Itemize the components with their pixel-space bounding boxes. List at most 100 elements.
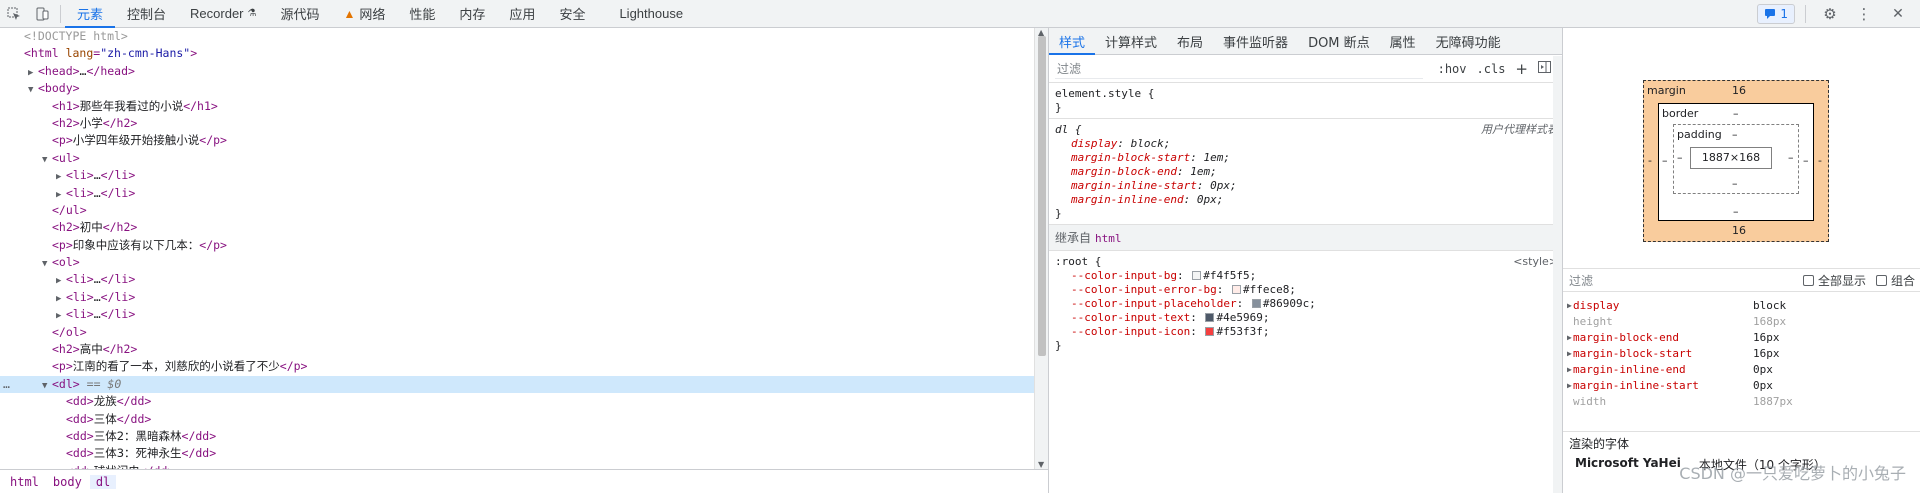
css-declaration[interactable]: margin-inline-end: 0px; [1055, 193, 1556, 207]
dom-node-line[interactable]: <p>江南的看了一本，刘慈欣的小说看了不少</p> [0, 358, 1034, 375]
dom-node-line[interactable]: <dd>三体3：死神永生</dd> [0, 445, 1034, 462]
dom-node-line[interactable]: <h2>高中</h2> [0, 341, 1034, 358]
color-swatch-icon[interactable] [1251, 299, 1261, 308]
expand-triangle-icon[interactable]: ▶ [1563, 298, 1573, 314]
box-model-content[interactable]: 1887×168 [1690, 147, 1772, 169]
new-rule-button[interactable]: + [1510, 60, 1533, 78]
dom-node-line[interactable]: ▼ <body> [0, 80, 1034, 97]
tab-network[interactable]: ▲ 网络 [331, 0, 397, 28]
padding-left-value[interactable]: – [1677, 151, 1683, 164]
padding-bottom-value[interactable]: – [1732, 177, 1738, 190]
device-toolbar-icon[interactable] [28, 0, 56, 28]
dom-node-line[interactable]: <dd>三体</dd> [0, 411, 1034, 428]
expand-triangle-icon[interactable]: ▶ [1563, 346, 1573, 362]
element-style-rule[interactable]: element.style { } [1049, 83, 1562, 119]
more-options-icon[interactable]: ⋮ [1850, 0, 1878, 28]
computed-property-row[interactable]: width 1887px [1563, 394, 1920, 410]
tab-event-listeners[interactable]: 事件监听器 [1213, 28, 1298, 55]
margin-left-value[interactable]: - [1648, 154, 1652, 167]
expand-triangle-icon[interactable]: ▶ [1563, 330, 1573, 346]
tab-security[interactable]: 安全 [547, 0, 597, 28]
dom-node-line[interactable]: </ul> [0, 202, 1034, 219]
styles-scrollbar[interactable] [1553, 56, 1562, 493]
computed-property-row[interactable]: ▶ margin-inline-start 0px [1563, 378, 1920, 394]
padding-right-value[interactable]: – [1788, 151, 1794, 164]
tab-accessibility[interactable]: 无障碍功能 [1426, 28, 1511, 55]
dom-node-line[interactable]: ▶ <li>…</li> [0, 306, 1034, 323]
cls-button[interactable]: .cls [1472, 62, 1511, 76]
scroll-down-icon[interactable]: ▼ [1038, 460, 1044, 469]
css-variable-declaration[interactable]: --color-input-icon: #f53f3f; [1055, 325, 1556, 339]
dom-node-line[interactable]: <h2>小学</h2> [0, 115, 1034, 132]
dom-node-line[interactable]: <h2>初中</h2> [0, 219, 1034, 236]
dom-node-line[interactable]: ▼ <ul> [0, 150, 1034, 167]
margin-top-value[interactable]: 16 [1732, 84, 1746, 97]
tab-dom-breakpoints[interactable]: DOM 断点 [1298, 28, 1380, 55]
gear-icon[interactable]: ⚙ [1816, 0, 1844, 28]
css-variable-declaration[interactable]: --color-input-text: #4e5969; [1055, 311, 1556, 325]
padding-top-value[interactable]: – [1732, 128, 1738, 141]
breadcrumb-body[interactable]: body [47, 475, 88, 489]
css-declaration[interactable]: display: block; [1055, 137, 1556, 151]
computed-property-row[interactable]: ▶ display block [1563, 298, 1920, 314]
tab-performance[interactable]: 性能 [397, 0, 447, 28]
computed-property-row[interactable]: ▶ margin-block-end 16px [1563, 330, 1920, 346]
tab-console[interactable]: 控制台 [115, 0, 178, 28]
tab-sources[interactable]: 源代码 [268, 0, 331, 28]
css-declaration[interactable]: margin-block-start: 1em; [1055, 151, 1556, 165]
inherited-tag[interactable]: html [1095, 232, 1122, 245]
css-variable-declaration[interactable]: --color-input-bg: #f4f5f5; [1055, 269, 1556, 283]
dom-node-line[interactable]: <h1>那些年我看过的小说</h1> [0, 98, 1034, 115]
margin-bottom-value[interactable]: 16 [1732, 224, 1746, 237]
breadcrumb-html[interactable]: html [4, 475, 45, 489]
dl-ua-rule[interactable]: 用户代理样式表 dl { display: block; margin-block… [1049, 119, 1562, 225]
color-swatch-icon[interactable] [1205, 313, 1215, 322]
scrollbar-thumb[interactable] [1038, 36, 1046, 356]
color-swatch-icon[interactable] [1205, 327, 1215, 336]
more-actions-icon[interactable]: … [3, 376, 10, 393]
root-rule[interactable]: <style> :root { --color-input-bg: #f4f5f… [1049, 251, 1562, 356]
margin-right-value[interactable]: - [1818, 154, 1822, 167]
dom-node-line[interactable]: ▶ <li>…</li> [0, 289, 1034, 306]
inspect-element-icon[interactable] [0, 0, 28, 28]
dom-node-line[interactable]: <p>印象中应该有以下几本：</p> [0, 237, 1034, 254]
border-top-value[interactable]: – [1733, 107, 1739, 120]
border-left-value[interactable]: – [1662, 154, 1668, 167]
dom-node-line[interactable]: <dd>三体2：黑暗森林</dd> [0, 428, 1034, 445]
computed-filter-input[interactable]: 过滤 [1569, 272, 1793, 289]
dom-node-line[interactable]: ▶ <li>…</li> [0, 185, 1034, 202]
box-model-border[interactable]: border – – – – padding – – – – 1887×168 [1658, 103, 1814, 221]
tab-memory[interactable]: 内存 [447, 0, 497, 28]
dom-node-line[interactable]: ▶ <li>…</li> [0, 271, 1034, 288]
breadcrumb-dl[interactable]: dl [89, 474, 117, 489]
styles-filter-input[interactable]: 过滤 [1055, 59, 1423, 79]
css-variable-declaration[interactable]: --color-input-placeholder: #86909c; [1055, 297, 1556, 311]
tab-properties[interactable]: 属性 [1380, 28, 1426, 55]
css-variable-declaration[interactable]: --color-input-error-bg: #ffece8; [1055, 283, 1556, 297]
computed-property-row[interactable]: ▶ margin-inline-end 0px [1563, 362, 1920, 378]
dom-node-line[interactable]: <dd>龙族</dd> [0, 393, 1034, 410]
group-checkbox[interactable]: 组合 [1875, 272, 1915, 289]
computed-property-row[interactable]: height 168px [1563, 314, 1920, 330]
tab-recorder[interactable]: Recorder ⚗ [178, 0, 268, 28]
tab-elements[interactable]: 元素 [65, 0, 116, 28]
tab-layout[interactable]: 布局 [1167, 28, 1213, 55]
dom-node-line[interactable]: <p>小学四年级开始接触小说</p> [0, 132, 1034, 149]
expand-triangle-icon[interactable]: ▶ [1563, 378, 1573, 394]
border-bottom-value[interactable]: – [1733, 205, 1739, 218]
tab-application[interactable]: 应用 [497, 0, 547, 28]
dom-node-line[interactable]: <html lang="zh-cmn-Hans"> [0, 45, 1034, 62]
show-all-checkbox[interactable]: 全部显示 [1802, 272, 1866, 289]
box-model-padding[interactable]: padding – – – – 1887×168 [1673, 124, 1799, 194]
tab-lighthouse[interactable]: Lighthouse [607, 0, 695, 28]
color-swatch-icon[interactable] [1231, 285, 1241, 294]
dom-scrollbar[interactable]: ▲ ▼ [1034, 28, 1048, 469]
tab-computed[interactable]: 计算样式 [1095, 28, 1167, 55]
close-icon[interactable]: ✕ [1884, 0, 1912, 28]
css-declaration[interactable]: margin-inline-start: 0px; [1055, 179, 1556, 193]
issues-button[interactable]: 1 [1757, 4, 1795, 24]
box-model-margin[interactable]: margin 16 16 - - border – – – – padding … [1643, 80, 1829, 242]
rule-origin[interactable]: <style> [1513, 255, 1558, 269]
dom-node-line[interactable]: ▶ <head>…</head> [0, 63, 1034, 80]
computed-property-row[interactable]: ▶ margin-block-start 16px [1563, 346, 1920, 362]
